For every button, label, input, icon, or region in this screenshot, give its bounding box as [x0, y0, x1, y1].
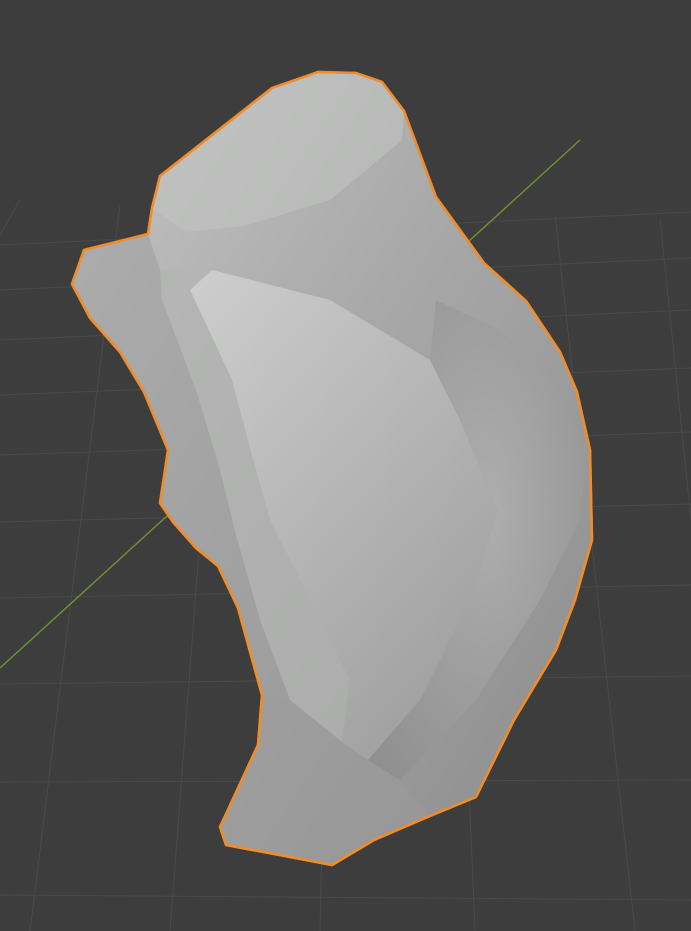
selected-mesh-object[interactable]	[70, 70, 594, 867]
viewport-canvas[interactable]	[0, 0, 691, 931]
3d-viewport[interactable]	[0, 0, 691, 931]
